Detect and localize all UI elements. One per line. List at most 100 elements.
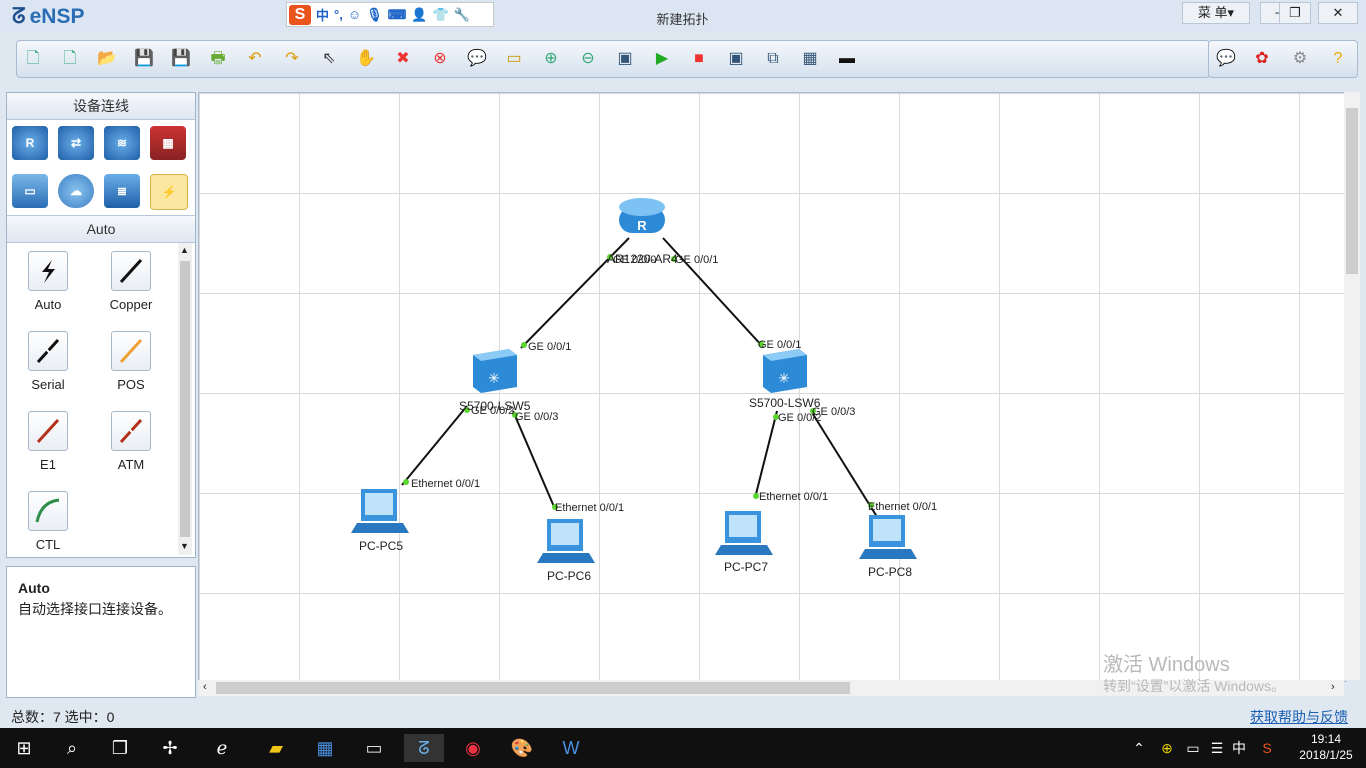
chrome-icon[interactable]: ◉ xyxy=(453,734,493,762)
ime-punct[interactable]: °, xyxy=(334,7,343,22)
canvas-horizontal-scroll-thumb[interactable] xyxy=(216,682,850,694)
save-icon[interactable]: 💾 xyxy=(133,49,155,69)
clock[interactable]: 19:14 2018/1/25 xyxy=(1294,731,1358,763)
main-menu-button[interactable]: 菜 单▾ xyxy=(1182,2,1250,24)
open-icon[interactable]: 📂 xyxy=(96,49,118,69)
delete-link-icon[interactable]: ⊗ xyxy=(429,49,451,69)
cable-ctl[interactable]: CTL xyxy=(13,491,83,552)
grid-icon[interactable]: ▦ xyxy=(799,49,821,69)
topology-canvas[interactable]: R ✳ ✳ AR1220-AR4 S5700-LSW5 S5700-LSW6 P… xyxy=(198,92,1346,682)
tray-chevron-icon[interactable]: ⌃ xyxy=(1128,734,1150,762)
scroll-right-icon[interactable]: › xyxy=(1331,681,1335,693)
delete-icon[interactable]: ✖ xyxy=(392,49,414,69)
zoom-out-icon[interactable]: ⊖ xyxy=(577,49,599,69)
emoji-icon[interactable]: ☺ xyxy=(348,7,361,22)
cable-serial[interactable]: Serial xyxy=(13,331,83,392)
pc8-name[interactable]: PC-PC8 xyxy=(868,565,912,579)
capture-icon[interactable]: ▣ xyxy=(725,49,747,69)
palette-icon[interactable]: ▭ xyxy=(503,49,525,69)
pc-category-icon[interactable]: ▭ xyxy=(12,174,48,208)
link-lsw5-pc5[interactable] xyxy=(401,405,468,486)
canvas-vertical-scroll-thumb[interactable] xyxy=(1346,108,1358,274)
save-as-icon[interactable]: 💾 xyxy=(170,49,192,69)
pc5-name[interactable]: PC-PC5 xyxy=(359,539,403,553)
text-note-icon[interactable]: 💬 xyxy=(466,49,488,69)
search-icon[interactable]: ⌕ xyxy=(52,734,92,762)
help-feedback-link[interactable]: 获取帮助与反馈 xyxy=(1250,707,1348,727)
port-label: GE 0/0/1 xyxy=(675,254,719,266)
ime-toolbar[interactable]: S 中 °, ☺ 🎙 ⌨ 👤 👕 🔧 xyxy=(286,2,494,27)
restore-button[interactable]: ❐ xyxy=(1279,2,1311,24)
redo-icon[interactable]: ↷ xyxy=(281,49,303,69)
skin-icon[interactable]: 👕 xyxy=(433,7,449,23)
link-lsw5-pc6[interactable] xyxy=(512,410,556,510)
pc-icon[interactable] xyxy=(537,519,595,563)
microphone-icon[interactable]: 🎙 xyxy=(366,7,383,23)
ensp-taskbar-icon[interactable]: ᘔ xyxy=(404,734,444,762)
settings-gear-icon[interactable]: ⚙ xyxy=(1289,49,1311,69)
topology-icon[interactable]: ⧉ xyxy=(762,49,784,69)
switch-icon[interactable]: ✳ xyxy=(763,349,807,393)
user-icon[interactable]: 👤 xyxy=(411,7,427,23)
wrench-icon[interactable]: 🔧 xyxy=(454,7,470,23)
cable-e1[interactable]: E1 xyxy=(13,411,83,472)
pan-hand-icon[interactable]: ✋ xyxy=(355,49,377,69)
print-icon[interactable]: 🖶 xyxy=(207,49,229,69)
scroll-up-icon[interactable]: ▲ xyxy=(180,245,189,255)
link-lsw6-pc7[interactable] xyxy=(754,410,778,499)
pc7-name[interactable]: PC-PC7 xyxy=(724,560,768,574)
sogou-logo-icon[interactable]: S xyxy=(289,4,311,25)
huawei-icon[interactable]: ✿ xyxy=(1251,49,1273,69)
switch-icon[interactable]: ✳ xyxy=(473,349,517,393)
network-icon[interactable]: ▭ xyxy=(1182,734,1204,762)
stop-device-icon[interactable]: ■ xyxy=(688,49,710,69)
pc6-name[interactable]: PC-PC6 xyxy=(547,569,591,583)
cloud-category-icon[interactable]: ☁ xyxy=(58,174,94,208)
tray-ime-mode[interactable]: 中 xyxy=(1228,734,1250,762)
scroll-left-icon[interactable]: ‹ xyxy=(203,681,207,693)
other-device-category-icon[interactable]: ≣ xyxy=(104,174,140,208)
calculator-icon[interactable]: ▦ xyxy=(305,734,345,762)
chat-icon[interactable]: 💬 xyxy=(1215,49,1237,69)
cable-list-scroll-thumb[interactable] xyxy=(180,261,190,537)
edge-browser-icon[interactable]: ℯ xyxy=(202,734,242,762)
cli-icon[interactable]: ▬ xyxy=(836,49,858,69)
word-icon[interactable]: W xyxy=(551,734,591,762)
connection-category-icon[interactable]: ⚡ xyxy=(150,174,188,210)
firewall-category-icon[interactable]: ▦ xyxy=(150,126,186,160)
terminal-icon[interactable]: ▭ xyxy=(354,734,394,762)
tray-plus-icon[interactable]: ⊕ xyxy=(1156,734,1178,762)
lsw6-name[interactable]: S5700-LSW6 xyxy=(749,396,820,410)
cable-auto[interactable]: Auto xyxy=(13,251,83,312)
task-view-icon[interactable]: ❐ xyxy=(100,734,140,762)
ime-mode[interactable]: 中 xyxy=(316,5,329,24)
pc-icon[interactable] xyxy=(351,489,409,533)
new-topology-icon[interactable]: 🗋 xyxy=(22,49,44,69)
switch-category-icon[interactable]: ⇄ xyxy=(58,126,94,160)
port-label: Ethernet 0/0/1 xyxy=(555,502,625,514)
pinwheel-app-icon[interactable]: ✢ xyxy=(150,734,190,762)
start-device-icon[interactable]: ▶ xyxy=(651,49,673,69)
start-windows-icon[interactable]: ⊞ xyxy=(4,734,44,762)
paint-icon[interactable]: 🎨 xyxy=(502,734,542,762)
cable-pos[interactable]: POS xyxy=(96,331,166,392)
keyboard-icon[interactable]: ⌨ xyxy=(388,7,407,23)
notification-icon[interactable]: ☰ xyxy=(1206,734,1228,762)
pc-icon[interactable] xyxy=(715,511,773,555)
fit-screen-icon[interactable]: ▣ xyxy=(614,49,636,69)
wireless-category-icon[interactable]: ≋ xyxy=(104,126,140,160)
cable-copper[interactable]: Copper xyxy=(96,251,166,312)
router-category-icon[interactable]: R xyxy=(12,126,48,160)
sogou-tray-icon[interactable]: S xyxy=(1256,734,1278,762)
close-button[interactable]: ✕ xyxy=(1318,2,1358,24)
scroll-down-icon[interactable]: ▼ xyxy=(180,541,189,551)
select-icon[interactable]: ⇖ xyxy=(318,49,340,69)
zoom-in-icon[interactable]: ⊕ xyxy=(540,49,562,69)
undo-icon[interactable]: ↶ xyxy=(244,49,266,69)
pc-icon[interactable] xyxy=(859,515,917,559)
cable-atm[interactable]: ATM xyxy=(96,411,166,472)
file-explorer-icon[interactable]: ▰ xyxy=(256,734,296,762)
new-lab-icon[interactable]: 🗋 xyxy=(59,49,81,69)
router-icon[interactable]: R xyxy=(619,198,665,233)
help-icon[interactable]: ? xyxy=(1327,49,1349,69)
